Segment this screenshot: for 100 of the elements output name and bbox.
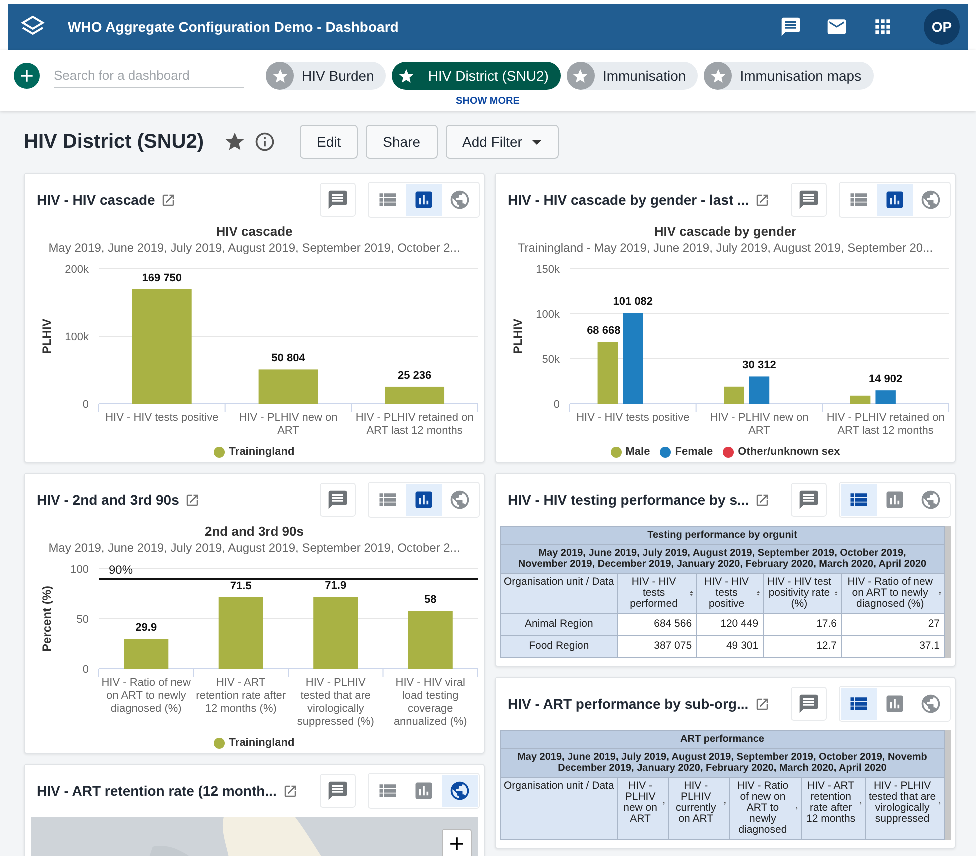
table-cell: 27 [842, 614, 944, 636]
data-label: 30 312 [742, 360, 776, 372]
chart-view-button[interactable] [406, 184, 442, 216]
table-header-cell[interactable]: HIV - PLHIV tested that are virologically suppressed [865, 778, 944, 840]
legend-label[interactable]: Trainingland [229, 737, 295, 749]
zoom-in-button[interactable] [442, 829, 472, 856]
item-title: HIV - HIV cascade by gender - last ... [508, 192, 750, 208]
table-header-cell[interactable]: HIV - PLHIV new on ART [618, 778, 668, 840]
table-cell: 387 075 [618, 636, 697, 658]
y-axis-title: PLHIV [40, 318, 54, 354]
globe-icon [449, 780, 471, 802]
message-icon [327, 189, 349, 211]
legend-label[interactable]: Other/unknown sex [738, 446, 840, 458]
y-tick-label: 50k [542, 354, 560, 366]
category-label: HIV - PLHIV new on ART [238, 412, 339, 438]
y-tick-label: 0 [554, 399, 560, 411]
data-label: 29.9 [136, 622, 158, 634]
comment-button[interactable] [791, 183, 827, 217]
sort-icon[interactable] [690, 589, 694, 598]
message-icon [798, 189, 820, 211]
y-tick-label: 100k [536, 309, 560, 321]
table-cell: 120 449 [696, 614, 764, 636]
table-header-cell[interactable]: HIV - ART retention rate after 12 months [802, 778, 866, 840]
comment-button[interactable] [791, 483, 827, 517]
chart-view-button[interactable] [406, 484, 442, 516]
corner-header: Organisation unit / Data [500, 574, 618, 614]
bar[interactable] [749, 376, 770, 404]
column-label: HIV - HIV test positivity rate (%) [766, 577, 832, 610]
add-dashboard-button[interactable] [14, 63, 40, 89]
table-view-button[interactable] [841, 484, 877, 516]
table-cell: 17.6 [763, 614, 842, 636]
open-in-new-icon[interactable] [755, 192, 770, 208]
y-tick-label: 0 [82, 664, 89, 676]
table-header-cell[interactable]: HIV - Ratio of new on ART to newly diagnosed [729, 778, 802, 840]
sort-icon[interactable] [938, 589, 941, 598]
open-in-new-icon[interactable] [282, 784, 298, 798]
dashboard-chip[interactable]: HIV District (SNU2) [392, 62, 561, 90]
data-label: 68 668 [587, 325, 621, 338]
open-in-new-icon[interactable] [161, 192, 176, 208]
category-label: HIV - HIV tests positive [576, 412, 691, 426]
data-label: 101 082 [613, 296, 654, 308]
column-label: HIV - PLHIV new on ART [622, 781, 658, 825]
table-header-cell[interactable]: HIV - HIV test positivity rate (%) [763, 574, 842, 614]
table-header-cell[interactable]: HIV - PLHIV currently on ART [668, 778, 730, 840]
action-button[interactable]: Edit [300, 125, 358, 159]
y-axis-title: Percent (%) [40, 586, 54, 652]
message-icon[interactable] [780, 16, 802, 38]
data-label: 58 [424, 594, 437, 606]
table-header-cell[interactable]: HIV - HIV tests performed [618, 574, 697, 614]
globe-icon [920, 189, 942, 211]
user-avatar[interactable]: OP [924, 9, 960, 45]
chart-subtitle: Trainingland - May 2019, June 2019, July 2019, August 2019, September 20... [518, 241, 934, 255]
globe-icon [920, 693, 942, 715]
y-tick-label: 200k [65, 264, 89, 276]
comment-button[interactable] [320, 183, 356, 217]
category-label: HIV - PLHIV new on ART [709, 412, 810, 438]
y-tick-label: 150k [536, 264, 560, 276]
comment-button[interactable] [791, 687, 827, 721]
corner-header: Organisation unit / Data [500, 778, 618, 840]
bar-chart-icon [413, 489, 435, 511]
comment-button[interactable] [320, 483, 356, 517]
bar-chart-icon [884, 693, 906, 715]
y-tick-label: 50 [76, 614, 89, 626]
show-more-link[interactable]: SHOW MORE [456, 96, 520, 107]
column-label: HIV - PLHIV tested that are virologically suppressed [868, 781, 936, 825]
globe-icon [920, 489, 942, 511]
add-filter-button[interactable]: Add Filter [446, 125, 560, 159]
chart-title: HIV cascade [216, 224, 293, 239]
action-button[interactable]: Share [366, 125, 438, 159]
bar-chart-icon [413, 780, 435, 802]
legend-label[interactable]: Female [675, 446, 714, 458]
info-icon[interactable] [254, 131, 276, 153]
table-header-cell[interactable]: HIV - HIV tests positive [696, 574, 764, 614]
map-view-button[interactable] [442, 775, 478, 807]
column-label: HIV - HIV tests positive [704, 577, 750, 610]
comment-button[interactable] [320, 774, 356, 808]
open-in-new-icon[interactable] [755, 492, 770, 508]
table-view-button[interactable] [841, 688, 877, 720]
legend-label[interactable]: Male [626, 446, 650, 458]
message-icon [327, 489, 349, 511]
data-label: 71.9 [325, 580, 347, 592]
app-title: WHO Aggregate Configuration Demo - Dashboard [68, 19, 399, 35]
chart-view-button[interactable] [877, 184, 913, 216]
dashboard-chip[interactable]: HIV Burden [266, 62, 386, 90]
star-icon[interactable] [224, 131, 246, 153]
column-label: HIV - ART retention rate after 12 months [806, 781, 857, 825]
data-label: 169 750 [142, 272, 182, 284]
y-tick-label: 100k [65, 332, 89, 344]
item-title: HIV - ART retention rate (12 month... [37, 783, 277, 799]
bar-chart-icon [413, 189, 435, 211]
category-label: HIV - PLHIV retained on ART last 12 months [826, 412, 946, 438]
dashboard-chip[interactable]: Immunisation [566, 62, 698, 90]
legend-label[interactable]: Trainingland [229, 446, 295, 458]
item-title: HIV - 2nd and 3rd 90s [37, 492, 180, 508]
dashboard-chip[interactable]: Immunisation maps [704, 62, 874, 90]
data-label: 71.5 [230, 580, 252, 592]
open-in-new-icon[interactable] [185, 492, 200, 508]
table-header-cell[interactable]: HIV - Ratio of new on ART to newly diagnosed (%) [842, 574, 944, 614]
open-in-new-icon[interactable] [754, 696, 770, 712]
globe-icon [449, 489, 471, 511]
